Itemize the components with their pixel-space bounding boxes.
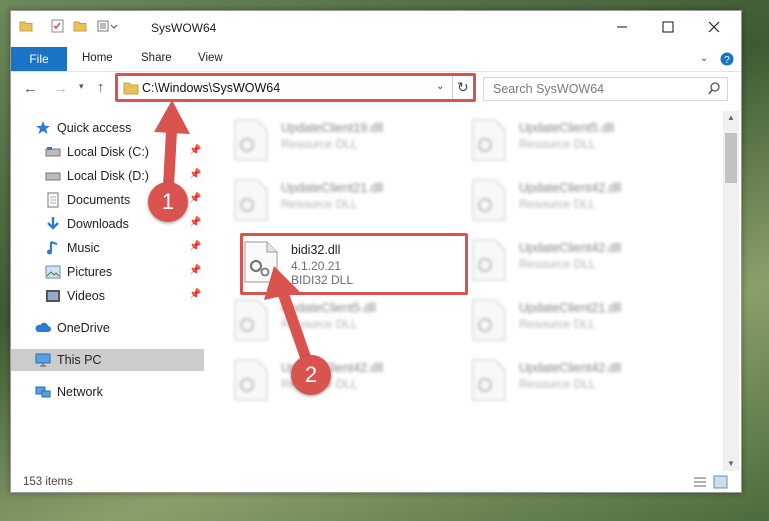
step-1-badge: 1 bbox=[148, 182, 188, 222]
annotation-arrows bbox=[154, 100, 316, 376]
step-2-badge: 2 bbox=[291, 355, 331, 395]
